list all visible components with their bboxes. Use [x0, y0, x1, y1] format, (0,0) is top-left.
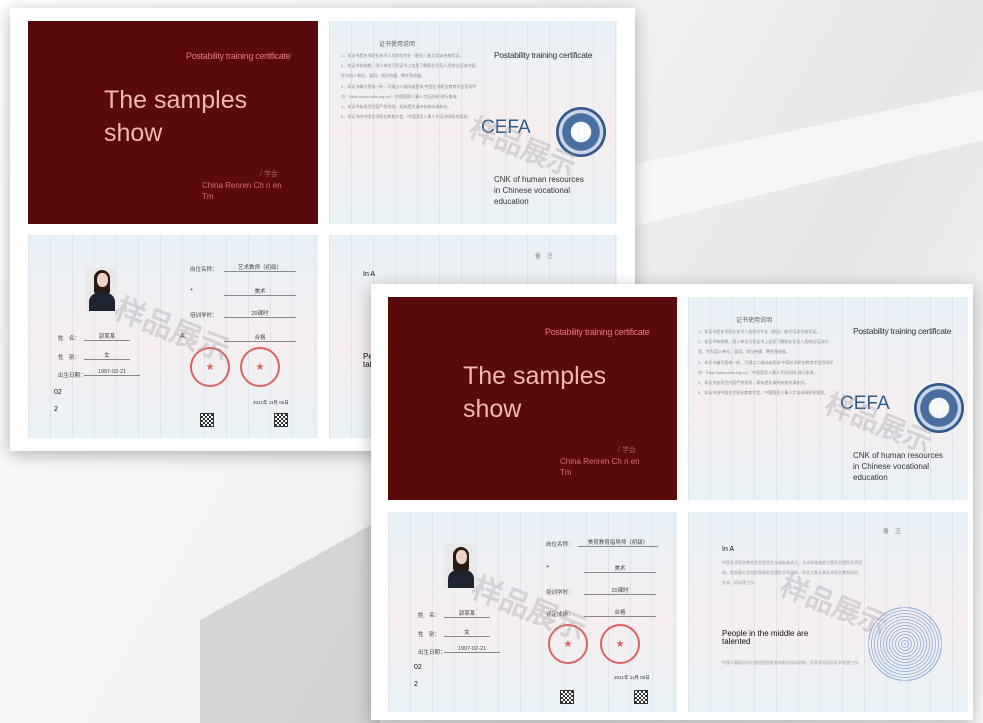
cover-header: Postability training certificate [545, 327, 650, 337]
eval-value: 合格 [224, 333, 296, 342]
position-value: 美育教育指导师（初级） [578, 538, 658, 547]
cover-title: The samples show [463, 362, 607, 423]
holder-photo [85, 267, 117, 311]
birth-value: 1997-02-21 [84, 369, 140, 376]
rules-page: 证书使用说明 1、本证书是艺术职业技术人员岗位专业（职业）能力培训合格凭证。 2… [688, 297, 968, 500]
major-value: 美术 [224, 287, 296, 296]
name-label: 姓 名： [418, 613, 441, 619]
birth-label: 出生日期： [418, 650, 446, 656]
rules-list: 1、本证书是艺术职业技术人员岗位专业（职业）能力培训合格凭证。 2、本证书有效期… [341, 53, 480, 120]
level-mark: + [190, 287, 194, 293]
gender-value: 女 [444, 628, 490, 637]
position-label: 岗位名称： [546, 542, 574, 548]
rules-page: 证书使用说明 1、本证书是艺术职业技术人员岗位专业（职业）能力培训合格凭证。 2… [329, 21, 617, 224]
level-mark: + [546, 564, 550, 570]
remarks-heading: In A [722, 546, 735, 553]
remarks-note-label: 备 注 [883, 528, 902, 535]
gender-label: 性 别： [418, 632, 441, 638]
issue-date: 2021年 11月 08日 [253, 400, 289, 405]
birth-value: 1997-02-21 [444, 646, 500, 653]
brand-description: CNK of human resources in Chinese vocati… [853, 451, 943, 482]
cert-number-line1: 02 [414, 664, 422, 671]
cover-title: The samples show [104, 86, 248, 147]
brand-header: Postability training certificate [494, 50, 593, 60]
cover-issuer: China Renren Ch n en Tm [560, 457, 640, 477]
remarks-footer: 中国人事报告中心是经国家批准的职业培训机构，负责学员培训证书发放工作。 [722, 660, 862, 665]
cover-header: Postability training certificate [186, 51, 291, 61]
eval-value: 合格 [584, 608, 656, 617]
cert-number-line2: 2 [414, 681, 418, 688]
cert-number-line2: 2 [54, 406, 58, 413]
certificate-sample-front: Postability training certificate The sam… [371, 284, 973, 720]
gender-value: 女 [84, 351, 130, 360]
remarks-note-label: 备 注 [535, 253, 554, 260]
red-seal-stamp: ★ [240, 347, 280, 387]
hours-value: 20课时 [224, 309, 296, 318]
issue-date: 2021年 11月 08日 [614, 675, 650, 680]
rules-heading: 证书使用说明 [379, 41, 416, 48]
cover-issuer: China Renren Ch n en Tm [202, 181, 282, 201]
remarks-page: 备 注 In A 中国艺术职业教育学会是经文化部批准成立，文化和旅游部主管的全国… [688, 512, 968, 712]
qr-code-icon [274, 413, 288, 427]
position-label: 岗位名称： [190, 267, 218, 273]
info-page: 岗位名称： 美育教育指导师（初级） + 美术 培训学时： 20课时 评定成绩： … [388, 512, 677, 712]
remarks-talent: People in the middle are talented [722, 629, 809, 647]
cert-number-line1: 02 [54, 389, 62, 396]
cover-page: Postability training certificate The sam… [388, 297, 677, 500]
cover-signature: / 学会 [618, 447, 636, 454]
rules-heading: 证书使用说明 [736, 317, 773, 324]
info-page: 岗位名称： 艺术教师（初级） + 美术 培训学时： 20课时 A 合格 姓 名：… [28, 235, 318, 438]
brand-description: CNK of human resources in Chinese vocati… [494, 175, 584, 206]
gender-label: 性 别： [58, 355, 81, 361]
cover-page: Postability training certificate The sam… [28, 21, 318, 224]
hours-value: 20课时 [584, 586, 656, 595]
brand-header: Postability training certificate [853, 326, 952, 336]
qr-code-icon [200, 413, 214, 427]
qr-code-icon [560, 690, 574, 704]
remarks-heading: In A [363, 271, 376, 278]
position-value: 艺术教师（初级） [224, 263, 296, 272]
red-seal-stamp: ★ [600, 624, 640, 664]
major-value: 美术 [584, 564, 656, 573]
holder-photo [444, 544, 476, 588]
birth-label: 出生日期： [58, 373, 86, 379]
cover-signature: / 学会 [260, 171, 278, 178]
name-value: 郭某某 [84, 332, 130, 341]
rules-list: 1、本证书是艺术职业技术人员岗位专业（职业）能力培训合格凭证。 2、本证书有效期… [698, 329, 834, 396]
name-label: 姓 名： [58, 336, 81, 342]
qr-code-icon [634, 690, 648, 704]
